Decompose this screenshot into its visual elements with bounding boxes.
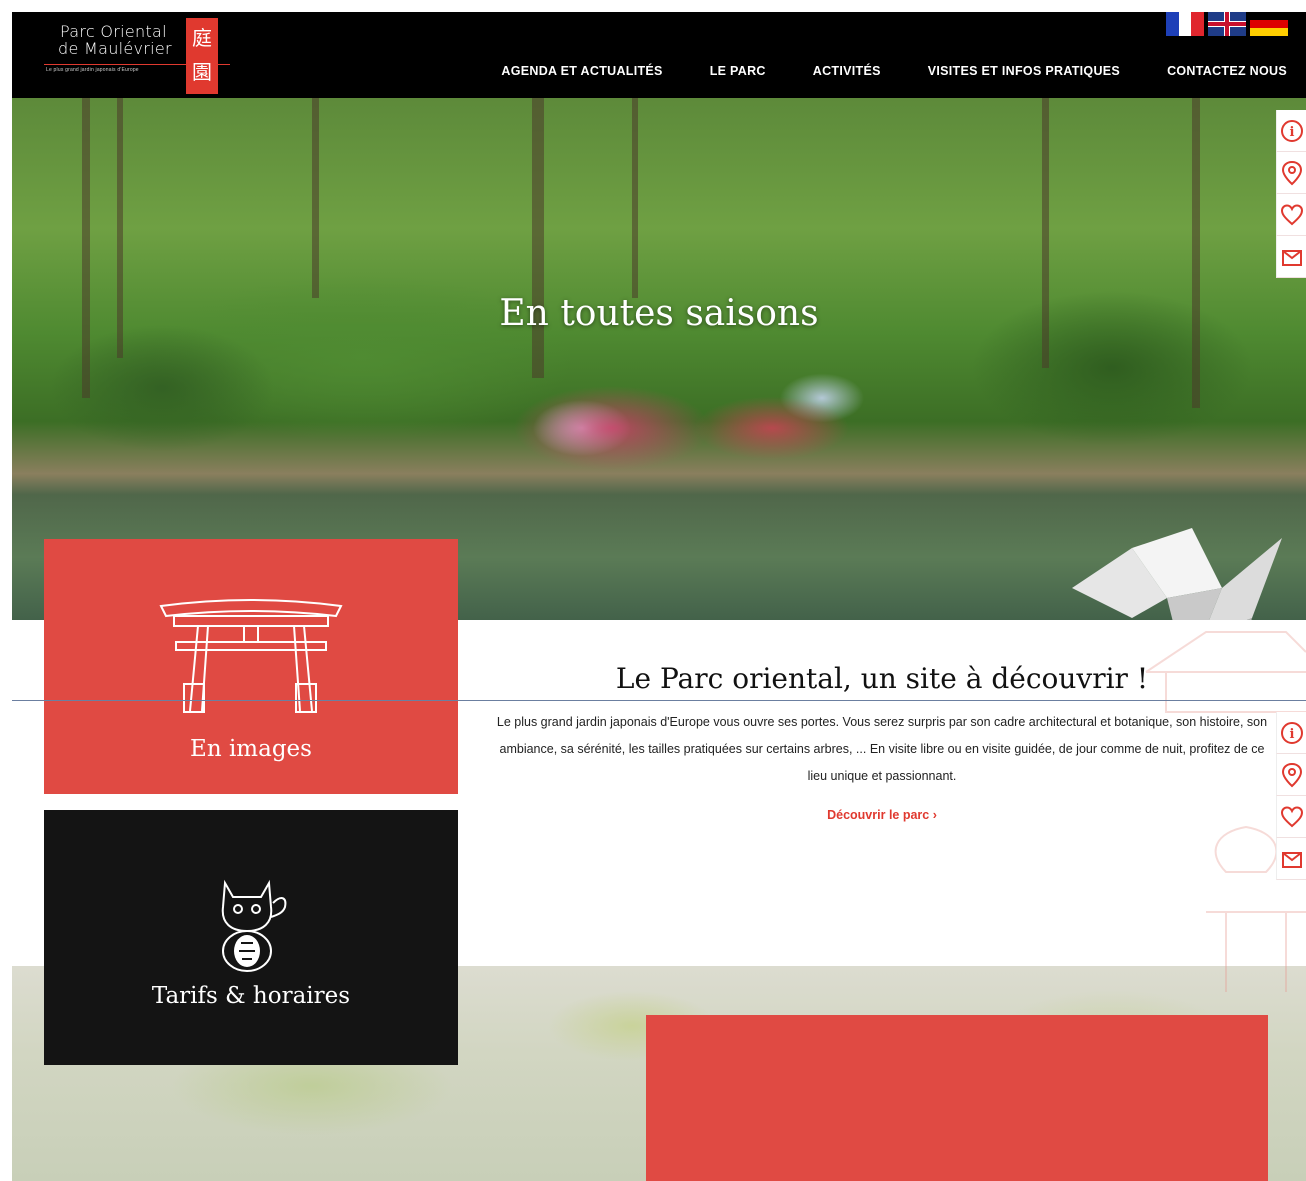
lucky-cat-icon bbox=[221, 879, 287, 972]
quick-links-top: i bbox=[1276, 110, 1306, 278]
hero-tree bbox=[532, 98, 544, 378]
info-icon[interactable]: i bbox=[1276, 712, 1306, 754]
intro-text: Le plus grand jardin japonais d'Europe v… bbox=[496, 715, 1268, 783]
intro-section: Le Parc oriental, un site à découvrir ! … bbox=[492, 662, 1272, 824]
featured-block[interactable] bbox=[646, 1015, 1268, 1181]
svg-text:i: i bbox=[1289, 125, 1294, 140]
svg-text:i: i bbox=[1289, 727, 1294, 742]
nav-le-parc[interactable]: LE PARC bbox=[710, 64, 766, 78]
nav-contact[interactable]: CONTACTEZ NOUS bbox=[1167, 64, 1287, 78]
de-flag[interactable] bbox=[1250, 12, 1288, 36]
divider-line bbox=[12, 700, 1306, 701]
tile-tarifs-horaires[interactable]: Tarifs & horaires bbox=[44, 810, 458, 1065]
logo-text: Parc Oriental de Maulévrier bbox=[44, 22, 184, 58]
language-switcher bbox=[1166, 12, 1288, 36]
heart-icon[interactable] bbox=[1276, 194, 1306, 236]
info-icon[interactable]: i bbox=[1276, 110, 1306, 152]
nav-agenda[interactable]: AGENDA ET ACTUALITÉS bbox=[501, 64, 662, 78]
hero-tree bbox=[1192, 98, 1200, 408]
tile-en-images-label: En images bbox=[190, 736, 312, 762]
map-pin-icon[interactable] bbox=[1276, 754, 1306, 796]
page: Parc Oriental de Maulévrier Le plus gran… bbox=[12, 12, 1306, 1181]
origami-crane-icon bbox=[1072, 528, 1282, 620]
heart-icon[interactable] bbox=[1276, 796, 1306, 838]
logo-kanji-1: 庭 bbox=[192, 26, 212, 50]
uk-flag[interactable] bbox=[1208, 12, 1246, 36]
hero-title: En toutes saisons bbox=[499, 293, 819, 334]
hero-tree bbox=[82, 98, 90, 398]
logo-kanji-block: 庭 園 bbox=[186, 18, 218, 94]
logo-line-2: de Maulévrier bbox=[58, 39, 172, 58]
tile-tarifs-label: Tarifs & horaires bbox=[151, 983, 351, 1009]
main-nav: AGENDA ET ACTUALITÉS LE PARC ACTIVITÉS V… bbox=[501, 64, 1287, 78]
fr-flag[interactable] bbox=[1166, 12, 1204, 36]
hero-tree bbox=[312, 98, 319, 298]
logo-kanji-2: 園 bbox=[192, 60, 212, 84]
tile-en-images[interactable]: En images bbox=[44, 539, 458, 794]
intro-title: Le Parc oriental, un site à découvrir ! bbox=[615, 662, 1149, 695]
torii-gate-icon bbox=[159, 599, 343, 713]
nav-activites[interactable]: ACTIVITÉS bbox=[813, 64, 881, 78]
map-pin-icon[interactable] bbox=[1276, 152, 1306, 194]
logo-tagline: Le plus grand jardin japonais d'Europe bbox=[46, 67, 139, 73]
quick-links-bottom: i bbox=[1276, 712, 1306, 880]
site-logo[interactable]: Parc Oriental de Maulévrier Le plus gran… bbox=[44, 16, 234, 96]
nav-visites[interactable]: VISITES ET INFOS PRATIQUES bbox=[928, 64, 1120, 78]
ticket-icon[interactable] bbox=[1276, 236, 1306, 278]
site-header: Parc Oriental de Maulévrier Le plus gran… bbox=[12, 12, 1306, 98]
hero-tree bbox=[632, 98, 638, 298]
ticket-icon[interactable] bbox=[1276, 838, 1306, 880]
discover-park-link[interactable]: Découvrir le parc › bbox=[827, 808, 937, 822]
